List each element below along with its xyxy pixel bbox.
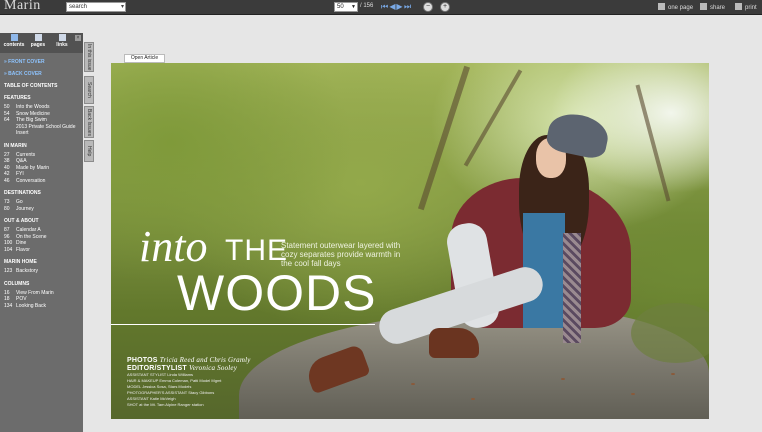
headline-woods: WOODS: [177, 265, 377, 321]
toc-item[interactable]: 682013 Private School Guide Insert: [4, 124, 83, 137]
toc-item[interactable]: 104 Flavor: [4, 247, 83, 254]
tab-search[interactable]: Search: [84, 76, 94, 104]
magazine-logo: Marin: [4, 0, 41, 13]
toc-heading: TABLE OF CONTENTS: [4, 83, 58, 89]
toc-item-label: FYI: [16, 171, 24, 177]
close-icon[interactable]: ×: [75, 35, 81, 41]
photo-credits: PHOTOS Tricia Reed and Chris Gramly EDIT…: [127, 356, 277, 408]
toc-item-label: Conversation: [16, 177, 46, 184]
leaf: [561, 378, 565, 380]
tab-contents[interactable]: contents: [2, 34, 26, 48]
toc-item[interactable]: 123 Backstory: [4, 268, 83, 275]
toc-item[interactable]: 80 Journey: [4, 206, 83, 213]
one-page-button[interactable]: one page: [658, 3, 693, 11]
toc-item-label: 2013 Private School Guide Insert: [16, 123, 76, 137]
headline-into: into: [139, 222, 208, 271]
article-deck: Statement outerwear layered with cozy se…: [281, 241, 401, 268]
top-toolbar: Marin search ▾ 50 ▼ / 156 ⏮ ◀ ▶ ⏭ − + on…: [0, 0, 762, 15]
tree-branch: [417, 65, 471, 211]
previous-page-icon[interactable]: ◀: [389, 2, 396, 12]
toc-item-page: 80: [4, 205, 10, 212]
toc-item-label: Journey: [16, 205, 34, 212]
toc-item[interactable]: 134 Looking Back: [4, 303, 83, 310]
leaf: [671, 373, 675, 375]
tab-pages[interactable]: pages: [26, 34, 50, 48]
next-page-icon[interactable]: ▶: [396, 2, 403, 12]
page-total: / 156: [360, 3, 374, 9]
share-button[interactable]: share: [700, 3, 725, 11]
toc-sections: FEATURES 50 Into the Woods 54 Snow Medicine 6…: [4, 95, 83, 309]
share-icon: [700, 3, 707, 10]
toc-item-label: Q&A: [16, 158, 27, 164]
search-input[interactable]: search ▾: [66, 2, 126, 12]
model-boot: [429, 328, 479, 358]
divider: [111, 324, 375, 325]
leaf: [411, 383, 415, 385]
small-credits: ASSISTANT STYLIST Linda Williams HAIR & M…: [127, 372, 277, 408]
model-plaid-shirt: [563, 233, 581, 343]
toc-item-label: Dine: [16, 240, 27, 246]
table-of-contents: » FRONT COVER » BACK COVER TABLE OF CONT…: [0, 53, 83, 309]
print-icon: [735, 3, 742, 10]
toc-item-label: Made by Marin: [16, 164, 50, 171]
magazine-page[interactable]: into THE WOODS Statement outerwear layer…: [111, 63, 709, 419]
print-button[interactable]: print: [735, 3, 757, 11]
back-cover-link[interactable]: » BACK COVER: [4, 71, 83, 77]
links-icon: [58, 34, 66, 41]
contents-icon: [10, 34, 18, 41]
toc-item-label: On the Scene: [16, 233, 47, 240]
first-page-icon[interactable]: ⏮: [381, 2, 388, 12]
toc-item-page: 68: [4, 124, 16, 131]
zoom-out-icon[interactable]: −: [423, 2, 433, 12]
toc-section-heading: OUT & ABOUT: [4, 218, 39, 224]
headline-the: THE: [225, 234, 288, 267]
zoom-in-icon[interactable]: +: [440, 2, 450, 12]
tab-in-this-issue[interactable]: In this issue: [84, 42, 94, 72]
open-article-button[interactable]: Open Article: [124, 54, 165, 63]
last-page-icon[interactable]: ⏭: [404, 2, 411, 12]
tab-back-issues[interactable]: Back Issues: [84, 106, 94, 138]
toc-item-page: 134: [4, 302, 13, 309]
toc-section-heading: IN MARIN: [4, 142, 27, 149]
toc-section-heading: COLUMNS: [4, 280, 30, 287]
toc-item[interactable]: 46 Conversation: [4, 178, 83, 185]
credit-line: SHOT at the Mt. Tam Alpine Ranger statio…: [127, 402, 204, 407]
tab-links[interactable]: links: [50, 34, 74, 48]
one-page-icon: [658, 3, 665, 10]
toc-item-label: POV: [16, 296, 27, 302]
toc-section-heading: FEATURES: [4, 95, 31, 101]
chevron-down-icon: ▼: [351, 4, 356, 10]
toc-item-page: 123: [4, 268, 13, 274]
toc-item-label: Backstory: [16, 268, 38, 274]
toc-item-label: Go: [16, 199, 23, 205]
toc-item-page: 104: [4, 246, 13, 253]
toc-item-label: Flavor: [16, 246, 30, 253]
toc-item-label: Into the Woods: [16, 104, 50, 110]
toc-item-label: The Big Swim: [16, 117, 47, 123]
toc-item-label: Looking Back: [16, 302, 47, 309]
toc-item-label: View From Marin: [16, 289, 54, 296]
toc-section-heading: MARIN HOME: [4, 259, 37, 265]
front-cover-link[interactable]: » FRONT COVER: [4, 59, 83, 65]
toc-item-label: Currents: [16, 151, 36, 158]
tree-branch: [463, 69, 523, 167]
tab-help[interactable]: Help: [84, 140, 94, 162]
tree-branch: [635, 84, 671, 202]
editor-credit: EDITOR/STYLIST Veronica Sooley: [127, 364, 238, 372]
sidebar-tabs: contents pages links ×: [0, 33, 83, 53]
page-number-select[interactable]: 50 ▼: [334, 2, 358, 12]
chevron-down-icon: ▾: [120, 4, 124, 10]
photos-credit: PHOTOS Tricia Reed and Chris Gramly: [127, 356, 251, 364]
toc-item-page: 46: [4, 177, 10, 184]
toc-item-label: Snow Medicine: [16, 110, 50, 117]
toc-section-heading: DESTINATIONS: [4, 190, 41, 196]
sidebar-panel: contents pages links × » FRONT COVER » B…: [0, 33, 83, 432]
leaf: [631, 393, 635, 395]
leaf: [471, 398, 475, 400]
toc-item-label: Calendar A: [16, 227, 41, 233]
pages-icon: [34, 34, 42, 41]
